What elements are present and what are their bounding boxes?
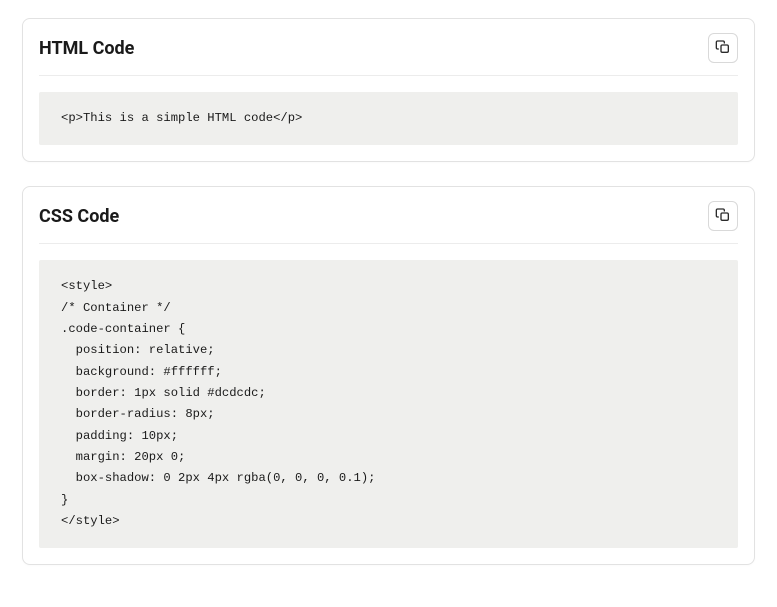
copy-button[interactable] (708, 201, 738, 231)
code-block: <style> /* Container */ .code-container … (39, 260, 738, 548)
card-header: HTML Code (39, 33, 738, 76)
css-code-card: CSS Code <style> /* Container */ .code-c… (22, 186, 755, 565)
card-header: CSS Code (39, 201, 738, 244)
code-block: <p>This is a simple HTML code</p> (39, 92, 738, 145)
copy-icon (715, 207, 731, 226)
html-code-card: HTML Code <p>This is a simple HTML code<… (22, 18, 755, 162)
card-title: HTML Code (39, 38, 134, 59)
copy-icon (715, 39, 731, 58)
card-title: CSS Code (39, 206, 119, 227)
copy-button[interactable] (708, 33, 738, 63)
